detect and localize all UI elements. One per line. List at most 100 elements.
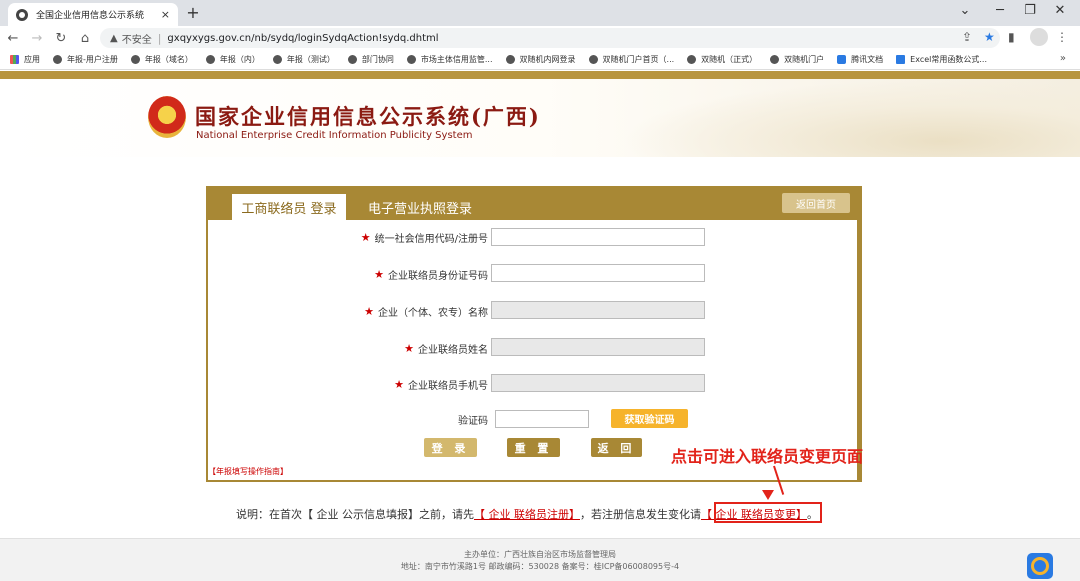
close-tab-icon[interactable]: ×: [161, 8, 170, 21]
bookmark-item[interactable]: 双随机内网登录: [505, 54, 576, 65]
bookmark-label: 双随机门户: [784, 55, 825, 64]
globe-icon: [505, 55, 515, 64]
site-favicon-icon: [16, 8, 28, 21]
warning-icon[interactable]: ▲: [110, 33, 118, 44]
bookmark-apps[interactable]: 应用: [10, 54, 40, 65]
annotation-arrow-head-icon: [762, 490, 774, 500]
globe-icon: [588, 55, 598, 64]
globe-icon: [272, 55, 282, 64]
tencent-docs-icon: [837, 55, 847, 64]
bookmark-item[interactable]: 部门协同: [347, 54, 394, 65]
mountain-decoration: [620, 79, 1080, 157]
floating-assistant-icon[interactable]: [1027, 553, 1053, 579]
bookmark-item[interactable]: 市场主体信用监管...: [406, 54, 493, 65]
required-star-icon: ★: [374, 268, 384, 281]
highlight-box: [714, 502, 822, 523]
return-button[interactable]: 返 回: [591, 438, 642, 457]
url-text[interactable]: gxqyxygs.gov.cn/nb/sydq/loginSydqAction!…: [167, 33, 438, 44]
side-panel-icon[interactable]: ▮: [1008, 30, 1015, 44]
share-icon[interactable]: ⇪: [962, 30, 972, 44]
bookmark-item[interactable]: 年报-用户注册: [53, 54, 118, 65]
bookmark-item[interactable]: 腾讯文档: [837, 54, 883, 65]
site-subtitle: National Enterprise Credit Information P…: [196, 130, 473, 141]
close-window-button[interactable]: ✕: [1045, 3, 1075, 18]
login-panel-header: 工商联络员 登录 电子营业执照登录 返回首页: [208, 188, 860, 220]
globe-icon: [53, 55, 62, 64]
id-number-input[interactable]: [491, 264, 705, 282]
tab-search-icon[interactable]: ⌄: [950, 3, 980, 18]
login-button[interactable]: 登 录: [424, 438, 477, 457]
register-contact-link[interactable]: 【 企业 联络员注册】: [474, 506, 580, 522]
bookmark-label: 腾讯文档: [851, 55, 884, 64]
back-arrow-icon[interactable]: ←: [2, 31, 24, 46]
address-bar[interactable]: ▲ 不安全 | gxqyxygs.gov.cn/nb/sydq/loginSyd…: [100, 28, 1000, 48]
bookmark-label: 市场主体信用监管...: [420, 55, 493, 64]
browser-tab[interactable]: 全国企业信用信息公示系统 ×: [8, 3, 178, 26]
tab-contact-login[interactable]: 工商联络员 登录: [232, 194, 346, 220]
menu-icon[interactable]: ⋮: [1056, 30, 1068, 44]
id-number-label-row: ★ 企业联络员身份证号码: [360, 267, 488, 282]
bookmark-item[interactable]: 双随机（正式）: [687, 54, 757, 65]
bookmark-label: 双随机内网登录: [519, 55, 576, 64]
footer-sponsor: 主办单位：广西壮族自治区市场监督管理局: [464, 550, 616, 559]
maximize-button[interactable]: ❐: [1015, 3, 1045, 18]
captcha-label: 验证码: [458, 416, 488, 427]
globe-icon: [770, 55, 780, 64]
tab-title: 全国企业信用信息公示系统: [36, 11, 145, 21]
captcha-label-row: 验证码: [420, 412, 488, 427]
url-separator: |: [157, 31, 162, 45]
bookmarks-overflow-button[interactable]: »: [1060, 53, 1066, 64]
globe-icon: [130, 55, 140, 64]
bookmark-label: 部门协同: [361, 55, 394, 64]
bookmark-label: 双随机（正式）: [701, 55, 758, 64]
bookmark-item[interactable]: 年报（域名）: [130, 54, 193, 65]
credit-code-input[interactable]: [491, 228, 705, 246]
new-tab-button[interactable]: +: [184, 3, 202, 22]
bookmark-label: 双随机门户首页（...: [602, 55, 675, 64]
bookmark-star-icon[interactable]: ★: [984, 30, 995, 44]
globe-icon: [205, 55, 215, 64]
back-home-button[interactable]: 返回首页: [782, 193, 850, 213]
get-captcha-button[interactable]: 获取验证码: [611, 409, 688, 428]
tab-e-license-login[interactable]: 电子营业执照登录: [368, 198, 472, 217]
bookmark-item[interactable]: Excel常用函数公式...: [896, 54, 987, 65]
bookmark-label: 应用: [24, 55, 40, 64]
required-star-icon: ★: [364, 305, 374, 318]
annotation-text: 点击可进入联络员变更页面: [671, 447, 864, 466]
required-star-icon: ★: [360, 231, 371, 244]
site-title: 国家企业信用信息公示系统(广西): [195, 104, 541, 129]
bookmark-label: 年报（测试）: [286, 55, 335, 64]
contact-name-label: 企业联络员姓名: [418, 345, 488, 356]
reset-button[interactable]: 重 置: [507, 438, 560, 457]
company-name-label-row: ★ 企业（个体、农专）名称: [346, 304, 488, 319]
contact-phone-label-row: ★ 企业联络员手机号: [360, 377, 488, 392]
contact-name-input: [491, 338, 705, 356]
bookmark-label: 年报-用户注册: [67, 55, 118, 64]
profile-avatar[interactable]: [1030, 28, 1048, 46]
bookmark-item[interactable]: 双随机门户: [770, 54, 824, 65]
captcha-input[interactable]: [495, 410, 589, 428]
national-emblem-icon: [148, 96, 186, 138]
bookmark-item[interactable]: 年报（测试）: [272, 54, 335, 65]
bookmark-item[interactable]: 年报（内）: [205, 54, 260, 65]
bookmark-label: Excel常用函数公式...: [910, 55, 987, 64]
site-header: 国家企业信用信息公示系统(广西) National Enterprise Cre…: [0, 79, 1080, 157]
credit-code-label: 统一社会信用代码/注册号: [374, 234, 488, 245]
apps-icon: [10, 55, 19, 64]
bookmarks-bar: 应用 年报-用户注册 年报（域名） 年报（内） 年报（测试） 部门协同 市场主体…: [0, 50, 1080, 70]
required-star-icon: ★: [404, 342, 414, 355]
bookmark-item[interactable]: 双随机门户首页（...: [588, 54, 675, 65]
minimize-button[interactable]: ─: [985, 3, 1015, 18]
company-name-label: 企业（个体、农专）名称: [378, 308, 488, 319]
insecure-label: 不安全: [121, 34, 152, 46]
company-name-input: [491, 301, 705, 319]
globe-icon: [406, 55, 416, 64]
forward-arrow-icon[interactable]: →: [26, 31, 48, 46]
header-gold-strip: [0, 71, 1080, 79]
home-icon[interactable]: ⌂: [74, 31, 96, 46]
reload-icon[interactable]: ↻: [50, 31, 72, 46]
footer-address: 地址：南宁市竹溪路1号 邮政编码：530028 备案号：桂ICP备0600809…: [400, 562, 680, 571]
globe-icon: [687, 55, 697, 64]
guide-link[interactable]: 【年报填写操作指南】: [208, 466, 288, 477]
excel-formula-icon: [896, 55, 906, 64]
